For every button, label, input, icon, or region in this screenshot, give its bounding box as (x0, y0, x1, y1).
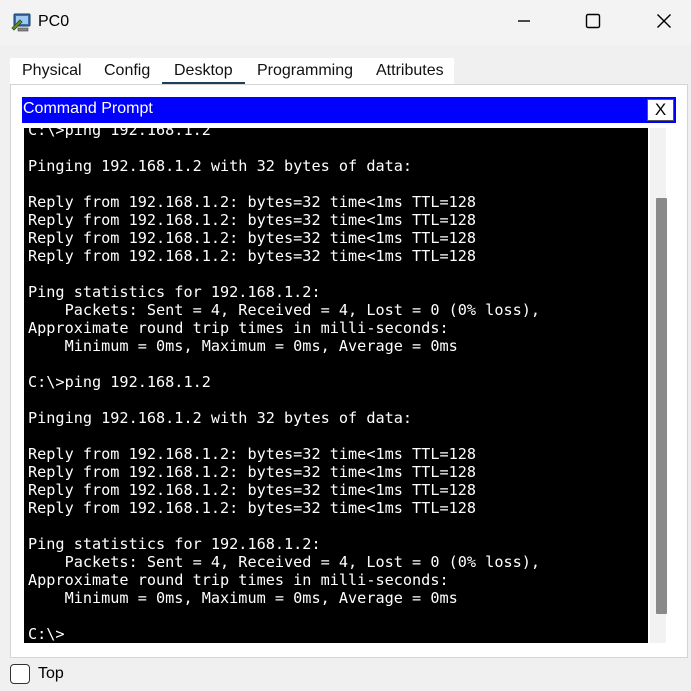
terminal-output[interactable]: C:\>ping 192.168.1.2 Pinging 192.168.1.2… (24, 128, 648, 643)
top-label: Top (38, 665, 64, 682)
packet-tracer-pc-window: PC0 Physical Config Desktop Programming … (0, 0, 691, 691)
terminal-line: Packets: Sent = 4, Received = 4, Lost = … (28, 553, 541, 571)
terminal-line: Reply from 192.168.1.2: bytes=32 time<1m… (28, 445, 477, 463)
terminal-line: Ping statistics for 192.168.1.2: (28, 535, 321, 553)
terminal-scrollbar-thumb[interactable] (656, 198, 667, 614)
terminal-line: Approximate round trip times in milli-se… (28, 319, 449, 337)
terminal-text: C:\>ping 192.168.1.2 Pinging 192.168.1.2… (28, 128, 540, 643)
command-prompt-close-button[interactable]: X (647, 99, 674, 121)
title-bar[interactable]: PC0 (0, 0, 691, 46)
terminal-line: Ping statistics for 192.168.1.2: (28, 283, 321, 301)
terminal-line: Reply from 192.168.1.2: bytes=32 time<1m… (28, 193, 477, 211)
pc-app-icon (10, 12, 34, 34)
terminal-line: Reply from 192.168.1.2: bytes=32 time<1m… (28, 247, 477, 265)
terminal-line: Pinging 192.168.1.2 with 32 bytes of dat… (28, 409, 413, 427)
tab-desktop[interactable]: Desktop (162, 58, 245, 85)
tab-bar: Physical Config Desktop Programming Attr… (10, 58, 454, 85)
command-prompt-title: Command Prompt (23, 100, 153, 117)
tab-physical[interactable]: Physical (22, 58, 82, 84)
maximize-button[interactable] (570, 0, 616, 46)
terminal-line: C:\> (28, 625, 65, 643)
terminal-line: Reply from 192.168.1.2: bytes=32 time<1m… (28, 481, 477, 499)
top-checkbox[interactable] (10, 664, 30, 684)
maximize-icon (585, 13, 601, 34)
command-prompt-header: Command Prompt X (22, 97, 676, 123)
close-button[interactable] (641, 0, 687, 46)
terminal-line: Minimum = 0ms, Maximum = 0ms, Average = … (28, 337, 458, 355)
terminal-line: Packets: Sent = 4, Received = 4, Lost = … (28, 301, 541, 319)
terminal-line: Pinging 192.168.1.2 with 32 bytes of dat… (28, 157, 413, 175)
minimize-icon (516, 13, 532, 34)
minimize-button[interactable] (501, 0, 547, 46)
tab-config[interactable]: Config (104, 58, 150, 84)
tab-programming[interactable]: Programming (257, 58, 353, 84)
terminal-line: C:\>ping 192.168.1.2 (28, 128, 211, 139)
terminal-line: Reply from 192.168.1.2: bytes=32 time<1m… (28, 463, 477, 481)
terminal-line: Reply from 192.168.1.2: bytes=32 time<1m… (28, 499, 477, 517)
terminal-line: Reply from 192.168.1.2: bytes=32 time<1m… (28, 211, 477, 229)
terminal-line: C:\>ping 192.168.1.2 (28, 373, 211, 391)
terminal-line: Approximate round trip times in milli-se… (28, 571, 449, 589)
terminal-line: Minimum = 0ms, Maximum = 0ms, Average = … (28, 589, 458, 607)
terminal-line: Reply from 192.168.1.2: bytes=32 time<1m… (28, 229, 477, 247)
close-icon (656, 13, 672, 34)
window-title: PC0 (38, 13, 70, 30)
tab-attributes[interactable]: Attributes (376, 58, 444, 84)
